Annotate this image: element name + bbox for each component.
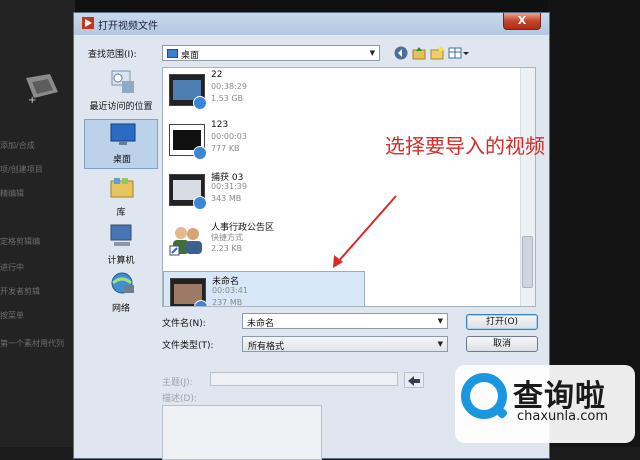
watermark: 查询啦 chaxunla.com <box>455 365 635 443</box>
watermark-en: chaxunla.com <box>517 409 608 424</box>
watermark-logo-tail <box>491 403 509 420</box>
